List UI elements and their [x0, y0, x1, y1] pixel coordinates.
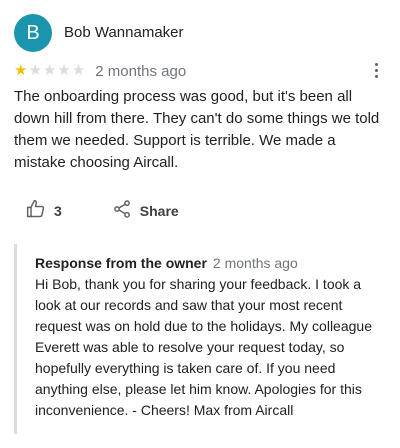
star-icon: ★	[28, 62, 42, 79]
share-label: Share	[139, 203, 179, 219]
owner-response-text: Hi Bob, thank you for sharing your feedb…	[35, 276, 372, 418]
star-icon: ★	[14, 62, 28, 79]
share-button[interactable]: Share	[112, 199, 179, 224]
review-actions: 3 Share	[26, 198, 179, 224]
star-rating: ★ ★ ★ ★ ★	[14, 62, 85, 80]
rating-row: ★ ★ ★ ★ ★ 2 months ago	[14, 62, 186, 80]
more-vert-icon[interactable]	[366, 60, 386, 80]
owner-response: Response from the owner 2 months ago Hi B…	[14, 244, 386, 434]
star-icon: ★	[57, 62, 71, 79]
reviewer-avatar[interactable]: B	[14, 14, 52, 52]
owner-response-date: 2 months ago	[212, 255, 298, 271]
like-button[interactable]: 3	[26, 199, 62, 224]
review-text: The onboarding process was good, but it'…	[14, 88, 380, 171]
avatar-letter: B	[26, 22, 40, 44]
review-card: B Bob Wannamaker ★ ★ ★ ★ ★ 2 months ago …	[0, 0, 400, 448]
star-icon: ★	[42, 62, 57, 79]
review-date: 2 months ago	[95, 62, 187, 80]
star-icon: ★	[71, 62, 86, 79]
share-icon	[112, 199, 132, 224]
reviewer-name[interactable]: Bob Wannamaker	[64, 24, 184, 41]
owner-response-header: Response from the owner 2 months ago	[35, 255, 298, 273]
thumbs-up-icon	[26, 199, 46, 224]
like-count: 3	[54, 203, 62, 219]
owner-response-title: Response from the owner	[35, 255, 207, 271]
